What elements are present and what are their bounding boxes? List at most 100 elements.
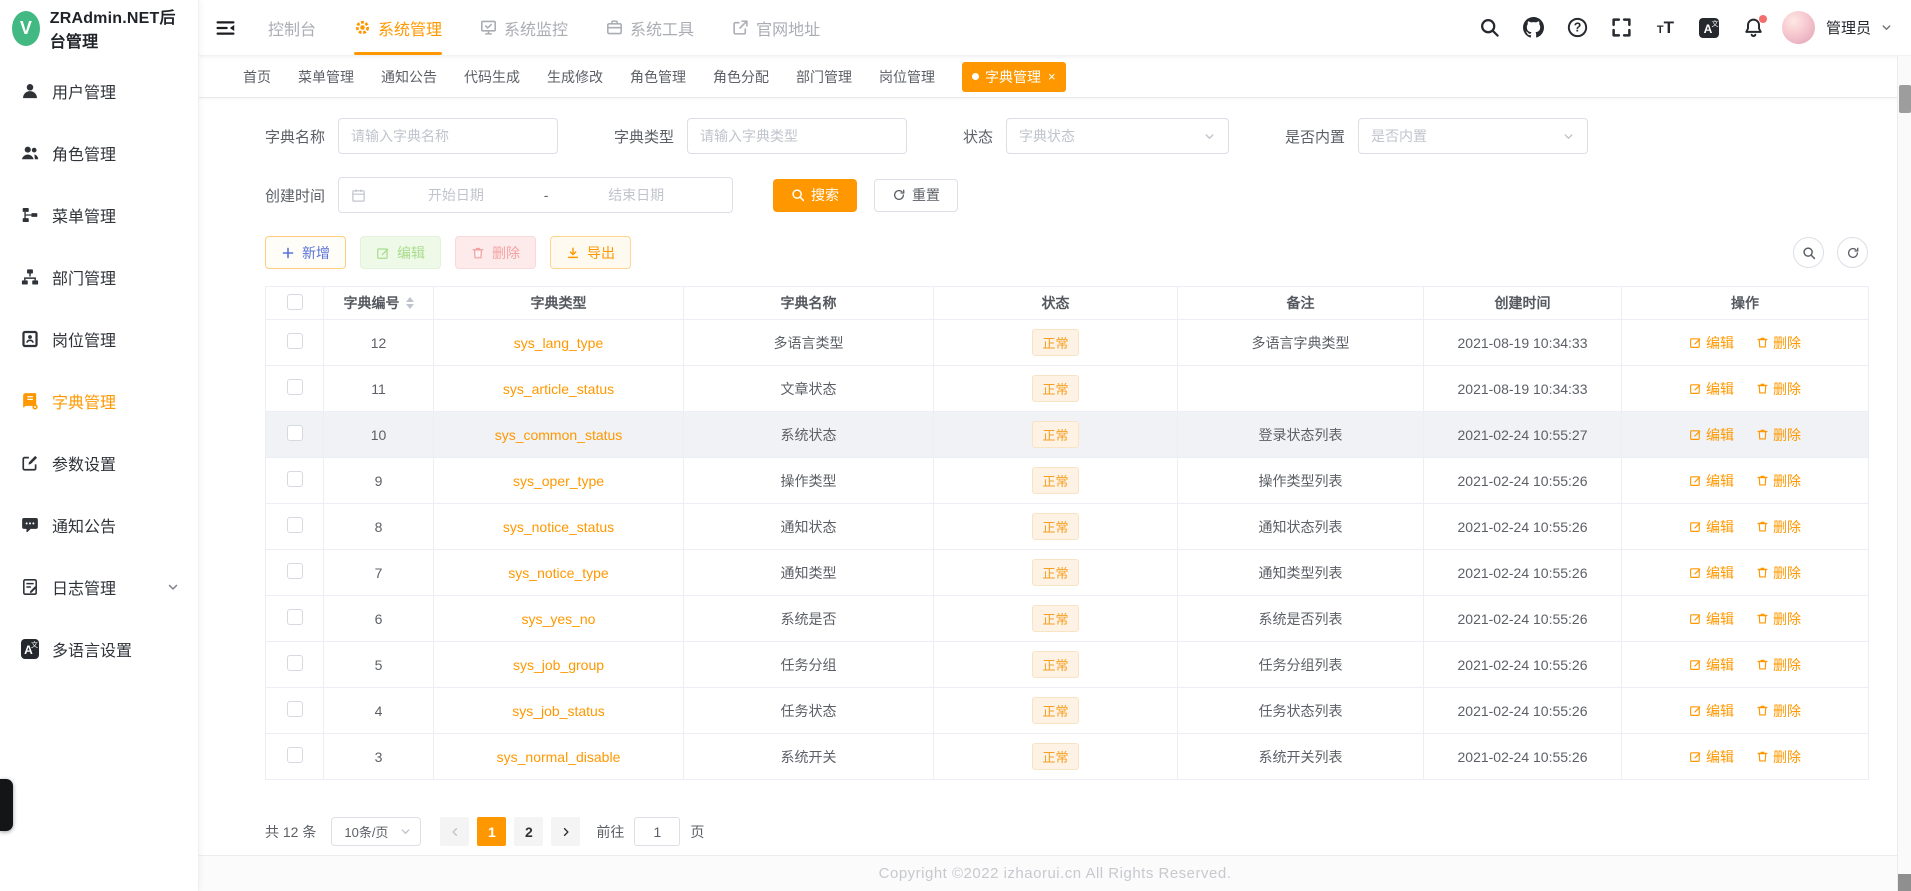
row-delete-button[interactable]: 删除 (1756, 425, 1801, 445)
row-checkbox[interactable] (286, 517, 303, 533)
date-end-placeholder[interactable]: 结束日期 (552, 185, 720, 205)
table-column-header[interactable]: 字典名称 (683, 286, 934, 320)
sidebar-item[interactable]: 岗位管理 (0, 308, 198, 370)
scrollbar-thumb[interactable] (1899, 85, 1911, 113)
row-delete-button[interactable]: 删除 (1756, 609, 1801, 629)
username[interactable]: 管理员 (1826, 17, 1871, 38)
table-column-header[interactable]: 状态 (933, 286, 1178, 320)
goto-page-input[interactable] (634, 817, 681, 846)
dict-type-link[interactable]: sys_notice_type (508, 565, 608, 581)
page-scrollbar[interactable] (1897, 56, 1911, 891)
table-refresh-button[interactable] (1837, 237, 1868, 268)
help-icon[interactable]: ? (1567, 17, 1588, 38)
table-column-header[interactable]: 创建时间 (1423, 286, 1622, 320)
row-edit-button[interactable]: 编辑 (1689, 747, 1734, 767)
row-checkbox[interactable] (286, 655, 303, 671)
row-edit-button[interactable]: 编辑 (1689, 655, 1734, 675)
row-checkbox[interactable] (286, 747, 303, 763)
edit-button[interactable]: 编辑 (360, 236, 441, 269)
row-edit-button[interactable]: 编辑 (1689, 425, 1734, 445)
page-number-button[interactable]: 2 (514, 817, 544, 846)
row-delete-button[interactable]: 删除 (1756, 471, 1801, 491)
row-checkbox[interactable] (286, 563, 303, 579)
row-checkbox[interactable] (286, 471, 303, 487)
sidebar-item[interactable]: 菜单管理 (0, 184, 198, 246)
top-nav-item[interactable]: 系统管理 (354, 0, 443, 55)
drawer-handle[interactable] (0, 779, 13, 831)
status-select[interactable]: 字典状态 (1006, 118, 1230, 154)
dict-type-link[interactable]: sys_notice_status (503, 519, 614, 535)
dict-type-link[interactable]: sys_normal_disable (497, 749, 621, 765)
reset-button[interactable]: 重置 (874, 178, 959, 212)
notification-bell-icon[interactable] (1743, 15, 1767, 38)
sidebar-item[interactable]: 参数设置 (0, 432, 198, 494)
table-column-header[interactable]: 字典编号 (323, 286, 434, 320)
fullscreen-icon[interactable] (1611, 17, 1632, 38)
user-menu-chevron-icon[interactable] (1880, 21, 1893, 34)
page-tab[interactable]: 字典管理 × (962, 61, 1066, 92)
sidebar-item[interactable]: A文 多语言设置 (0, 618, 198, 680)
page-tab[interactable]: 部门管理 (796, 67, 852, 87)
page-tab[interactable]: 菜单管理 (298, 67, 354, 87)
row-delete-button[interactable]: 删除 (1756, 563, 1801, 583)
row-delete-button[interactable]: 删除 (1756, 333, 1801, 353)
prev-page-button[interactable] (440, 817, 470, 846)
row-edit-button[interactable]: 编辑 (1689, 563, 1734, 583)
next-page-button[interactable] (551, 817, 581, 846)
row-delete-button[interactable]: 删除 (1756, 747, 1801, 767)
search-icon[interactable] (1479, 17, 1500, 38)
page-tab[interactable]: 首页 (243, 67, 271, 87)
row-edit-button[interactable]: 编辑 (1689, 609, 1734, 629)
dict-name-input[interactable] (338, 118, 559, 154)
row-checkbox[interactable] (286, 333, 303, 349)
builtin-select[interactable]: 是否内置 (1358, 118, 1589, 154)
page-tab[interactable]: 角色分配 (713, 67, 769, 87)
sidebar-item[interactable]: 日志管理 (0, 556, 198, 618)
date-start-placeholder[interactable]: 开始日期 (372, 185, 540, 205)
row-delete-button[interactable]: 删除 (1756, 701, 1801, 721)
row-edit-button[interactable]: 编辑 (1689, 517, 1734, 537)
table-search-button[interactable] (1793, 237, 1824, 268)
dict-type-link[interactable]: sys_article_status (503, 381, 614, 397)
sidebar-item[interactable]: 用户管理 (0, 60, 198, 122)
row-edit-button[interactable]: 编辑 (1689, 471, 1734, 491)
page-tab[interactable]: 代码生成 (464, 67, 520, 87)
sidebar-item[interactable]: 角色管理 (0, 122, 198, 184)
export-button[interactable]: 导出 (550, 236, 631, 269)
github-icon[interactable] (1522, 17, 1544, 38)
sidebar-item[interactable]: 部门管理 (0, 246, 198, 308)
page-tab[interactable]: 通知公告 (381, 67, 437, 87)
top-nav-item[interactable]: 系统监控 (480, 0, 568, 55)
table-column-header[interactable]: 操作 (1621, 286, 1869, 320)
avatar[interactable] (1781, 11, 1815, 44)
top-nav-item[interactable]: 控制台 (268, 0, 316, 55)
dict-type-link[interactable]: sys_yes_no (522, 611, 596, 627)
dict-type-link[interactable]: sys_job_group (513, 657, 604, 673)
row-checkbox[interactable] (286, 379, 303, 395)
row-edit-button[interactable]: 编辑 (1689, 379, 1734, 399)
page-tab[interactable]: 角色管理 (630, 67, 686, 87)
row-delete-button[interactable]: 删除 (1756, 655, 1801, 675)
row-checkbox[interactable] (286, 425, 303, 441)
row-edit-button[interactable]: 编辑 (1689, 701, 1734, 721)
dict-type-link[interactable]: sys_job_status (512, 703, 605, 719)
top-nav-item[interactable]: 官网地址 (732, 0, 820, 55)
tab-close-icon[interactable]: × (1048, 70, 1056, 83)
date-range-picker[interactable]: 开始日期 - 结束日期 (338, 177, 734, 213)
dict-type-link[interactable]: sys_oper_type (513, 473, 604, 489)
row-delete-button[interactable]: 删除 (1756, 517, 1801, 537)
sidebar-collapse-button[interactable] (215, 19, 236, 37)
dict-type-input[interactable] (687, 118, 908, 154)
page-tab[interactable]: 生成修改 (547, 67, 603, 87)
add-button[interactable]: 新增 (265, 236, 346, 269)
page-tab[interactable]: 岗位管理 (879, 67, 935, 87)
dict-type-link[interactable]: sys_lang_type (514, 335, 604, 351)
dict-type-link[interactable]: sys_common_status (495, 427, 623, 443)
delete-button[interactable]: 删除 (455, 236, 536, 269)
page-number-button[interactable]: 1 (477, 817, 507, 846)
top-nav-item[interactable]: 系统工具 (606, 0, 694, 55)
page-size-select[interactable]: 10条/页 (331, 817, 422, 846)
language-icon[interactable]: A文 (1699, 17, 1720, 38)
row-checkbox[interactable] (286, 609, 303, 625)
search-button[interactable]: 搜索 (773, 178, 858, 212)
